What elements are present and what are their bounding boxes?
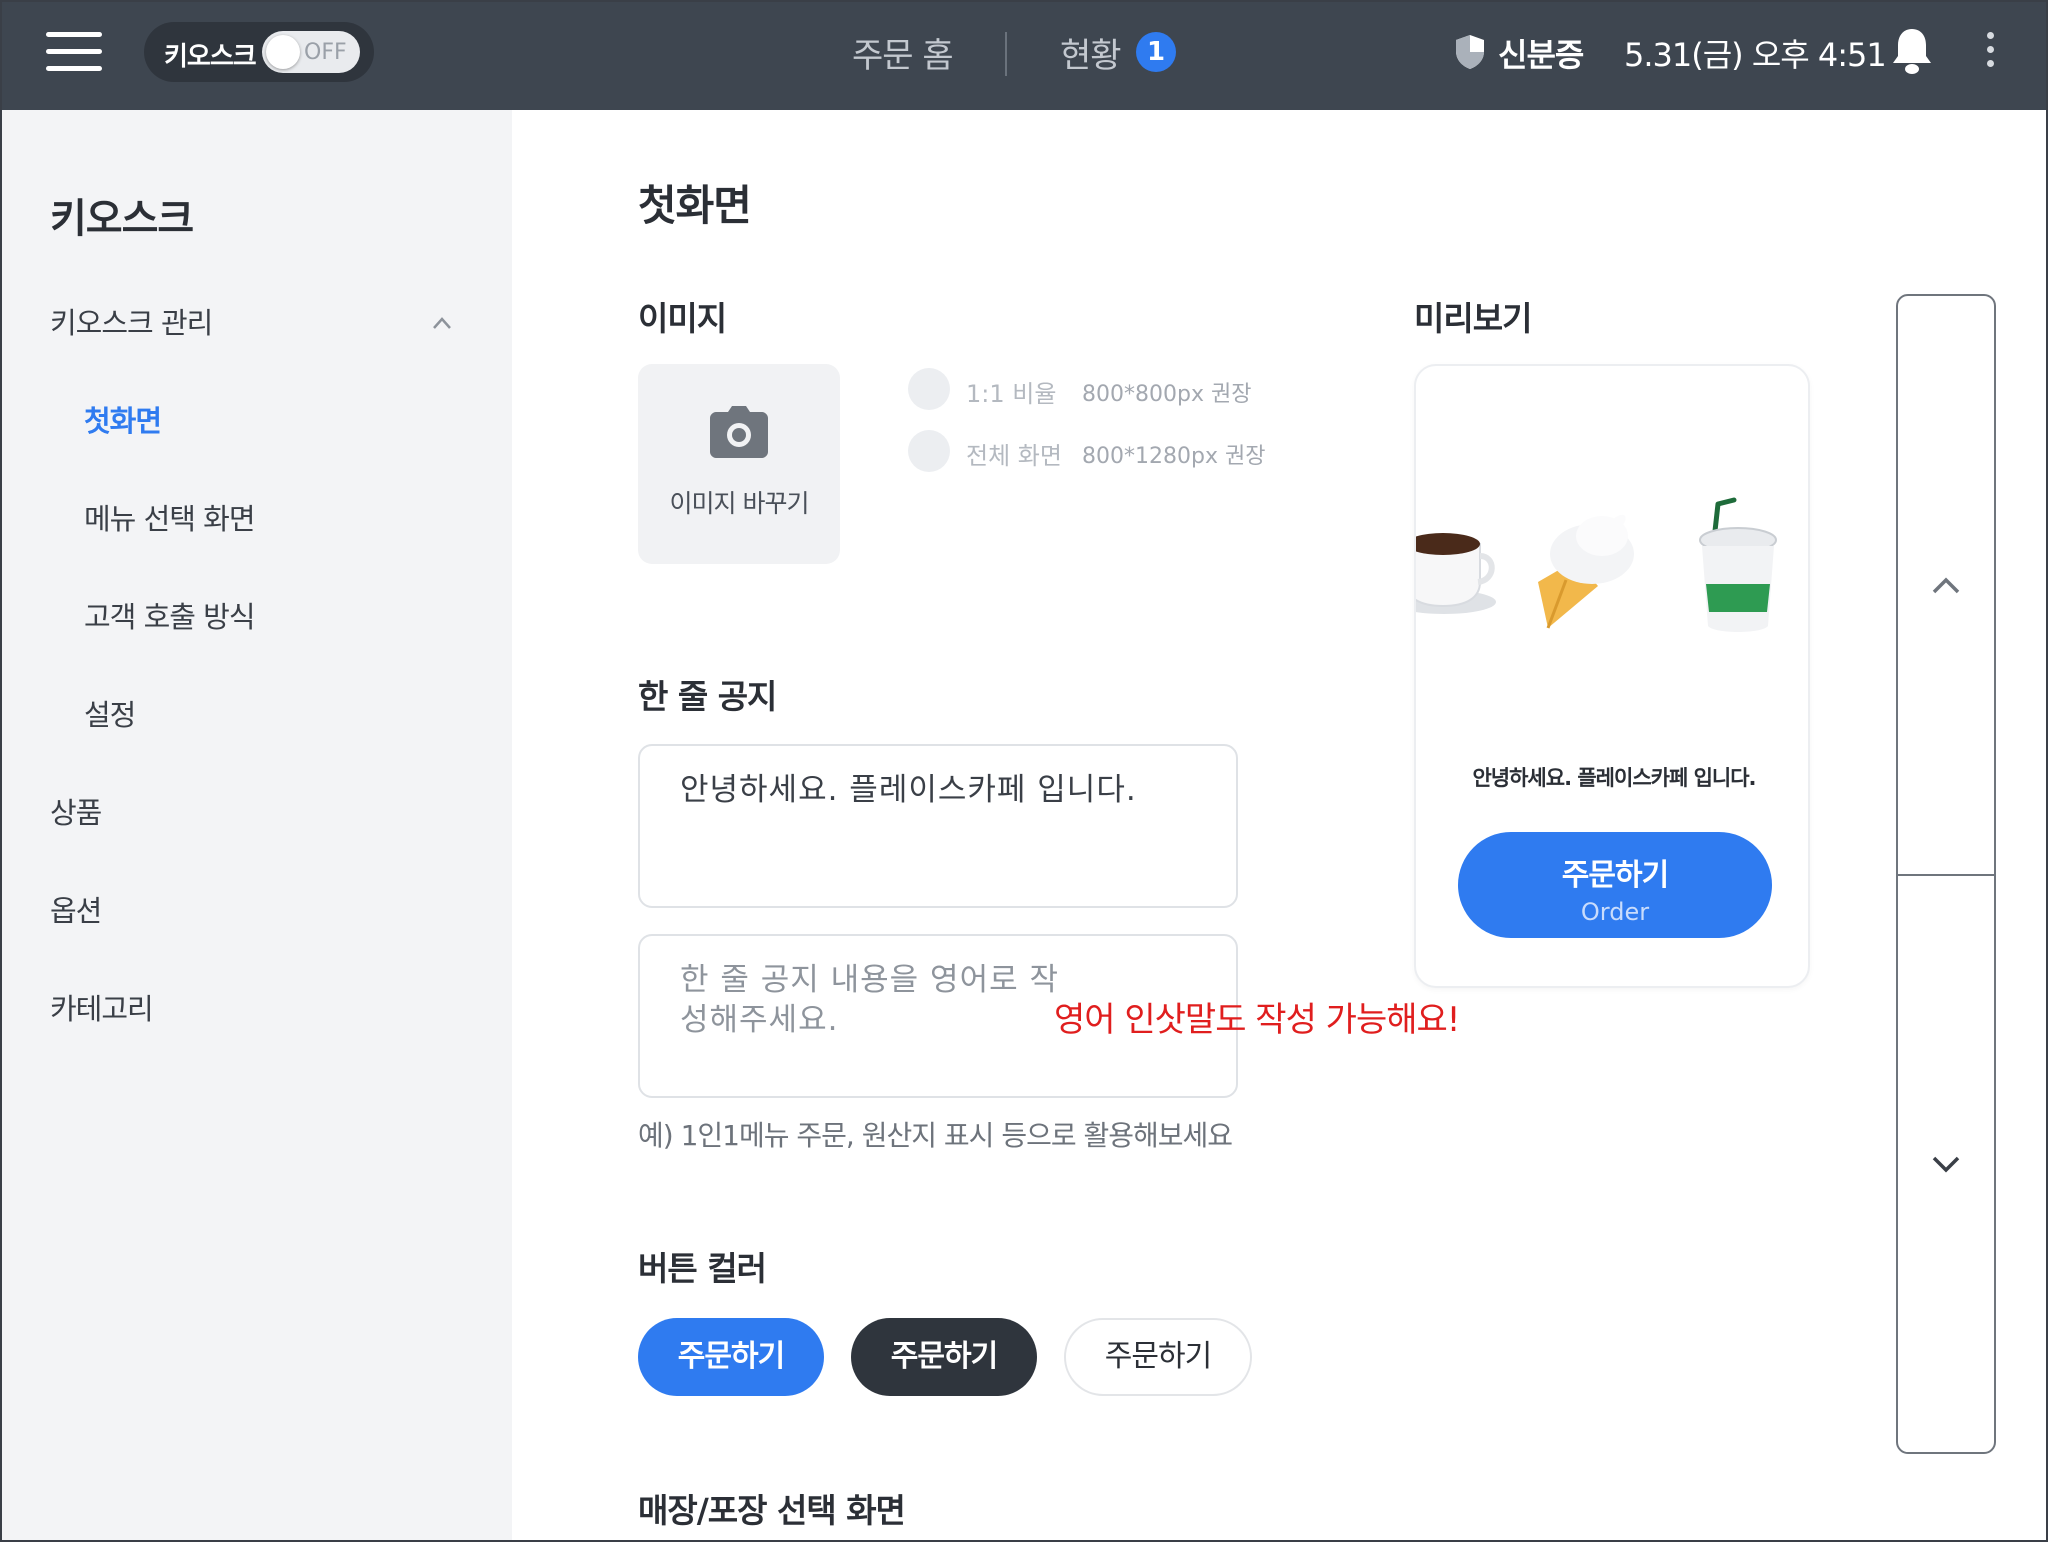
radio-size-hint: 800*1280px 권장 <box>1082 444 1266 469</box>
chevron-down-icon <box>1932 1156 1960 1173</box>
change-image-button[interactable]: 이미지 바꾸기 <box>638 364 840 564</box>
kiosk-status-pill: 키오스크 OFF <box>144 22 374 82</box>
page-scroller <box>1896 294 1996 1454</box>
sidebar-item-customer-call[interactable]: 고객 호출 방식 <box>84 594 256 636</box>
id-label: 신분증 <box>1498 36 1584 74</box>
preview-order-button[interactable]: 주문하기 Order <box>1458 832 1772 938</box>
sidebar-item-settings[interactable]: 설정 <box>84 692 136 734</box>
status-badge: 1 <box>1136 32 1176 72</box>
radio-label: 전체 화면 <box>966 442 1062 470</box>
preview-card: 안녕하세요. 플레이스카페 입니다. 주문하기 Order <box>1414 364 1810 988</box>
shield-icon <box>1456 35 1484 69</box>
radio-circle <box>908 430 950 472</box>
toggle-knob <box>266 35 300 69</box>
chevron-up-icon <box>1932 577 1960 594</box>
store-select-heading: 매장/포장 선택 화면 <box>638 1491 906 1530</box>
page-title: 첫화면 <box>638 181 752 230</box>
notice-english-placeholder: 한 줄 공지 내용을 영어로 작성해주세요. <box>680 962 1059 1038</box>
notice-value: 안녕하세요. 플레이스카페 입니다. <box>680 772 1137 808</box>
color-option-blue[interactable]: 주문하기 <box>638 1318 824 1396</box>
nav-status[interactable]: 현황 <box>1060 28 1122 77</box>
scroll-up-button[interactable] <box>1898 296 1994 872</box>
radio-circle <box>908 368 950 410</box>
top-bar: 키오스크 OFF 주문 홈 현황 1 신분증 5.31(금) 오후 4:51 <box>2 2 2046 110</box>
radio-size-hint: 800*800px 권장 <box>1082 382 1252 407</box>
preview-notice: 안녕하세요. 플레이스카페 입니다. <box>1472 766 1756 790</box>
menu-icon[interactable] <box>46 30 102 72</box>
sidebar: 키오스크 키오스크 관리 첫화면 메뉴 선택 화면 고객 호출 방식 설정 상품… <box>2 110 512 1540</box>
toggle-state: OFF <box>304 40 347 65</box>
datetime: 5.31(금) 오후 4:51 <box>1624 36 1887 74</box>
sidebar-item-menu-select[interactable]: 메뉴 선택 화면 <box>84 496 256 538</box>
kiosk-label: 키오스크 <box>164 42 257 72</box>
more-vertical-icon[interactable] <box>1982 28 1998 72</box>
notice-input[interactable]: 안녕하세요. 플레이스카페 입니다. <box>638 744 1238 908</box>
nav-order-home[interactable]: 주문 홈 <box>852 28 954 77</box>
sidebar-item-options[interactable]: 옵션 <box>50 888 102 930</box>
sidebar-item-kiosk-manage[interactable]: 키오스크 관리 <box>50 300 213 342</box>
color-option-white[interactable]: 주문하기 <box>1064 1318 1252 1396</box>
menu-illustration <box>1416 497 1777 632</box>
preview-order-label: 주문하기 <box>1561 858 1669 893</box>
bell-icon[interactable] <box>1890 26 1934 76</box>
nav-divider <box>1005 32 1007 76</box>
button-color-heading: 버튼 컬러 <box>638 1249 767 1288</box>
preview-heading: 미리보기 <box>1414 299 1532 338</box>
sidebar-item-products[interactable]: 상품 <box>50 790 102 832</box>
change-image-label: 이미지 바꾸기 <box>669 489 810 518</box>
app-frame: 키오스크 OFF 주문 홈 현황 1 신분증 5.31(금) 오후 4:51 키… <box>0 0 2048 1542</box>
scroll-down-button[interactable] <box>1898 876 1994 1452</box>
image-heading: 이미지 <box>638 299 727 338</box>
kiosk-toggle[interactable]: OFF <box>262 31 360 73</box>
sidebar-title: 키오스크 <box>50 196 194 242</box>
color-option-dark[interactable]: 주문하기 <box>851 1318 1037 1396</box>
radio-label: 1:1 비율 <box>966 380 1057 408</box>
sidebar-item-first-screen[interactable]: 첫화면 <box>84 398 162 440</box>
annotation-note: 영어 인삿말도 작성 가능해요! <box>1054 1000 1460 1040</box>
notice-heading: 한 줄 공지 <box>638 677 777 716</box>
preview-order-sublabel: Order <box>1580 898 1650 926</box>
chevron-up-icon[interactable] <box>432 316 452 330</box>
camera-icon <box>710 406 768 458</box>
sidebar-item-category[interactable]: 카테고리 <box>50 986 154 1028</box>
notice-hint: 예) 1인1메뉴 주문, 원산지 표시 등으로 활용해보세요 <box>638 1119 1233 1152</box>
